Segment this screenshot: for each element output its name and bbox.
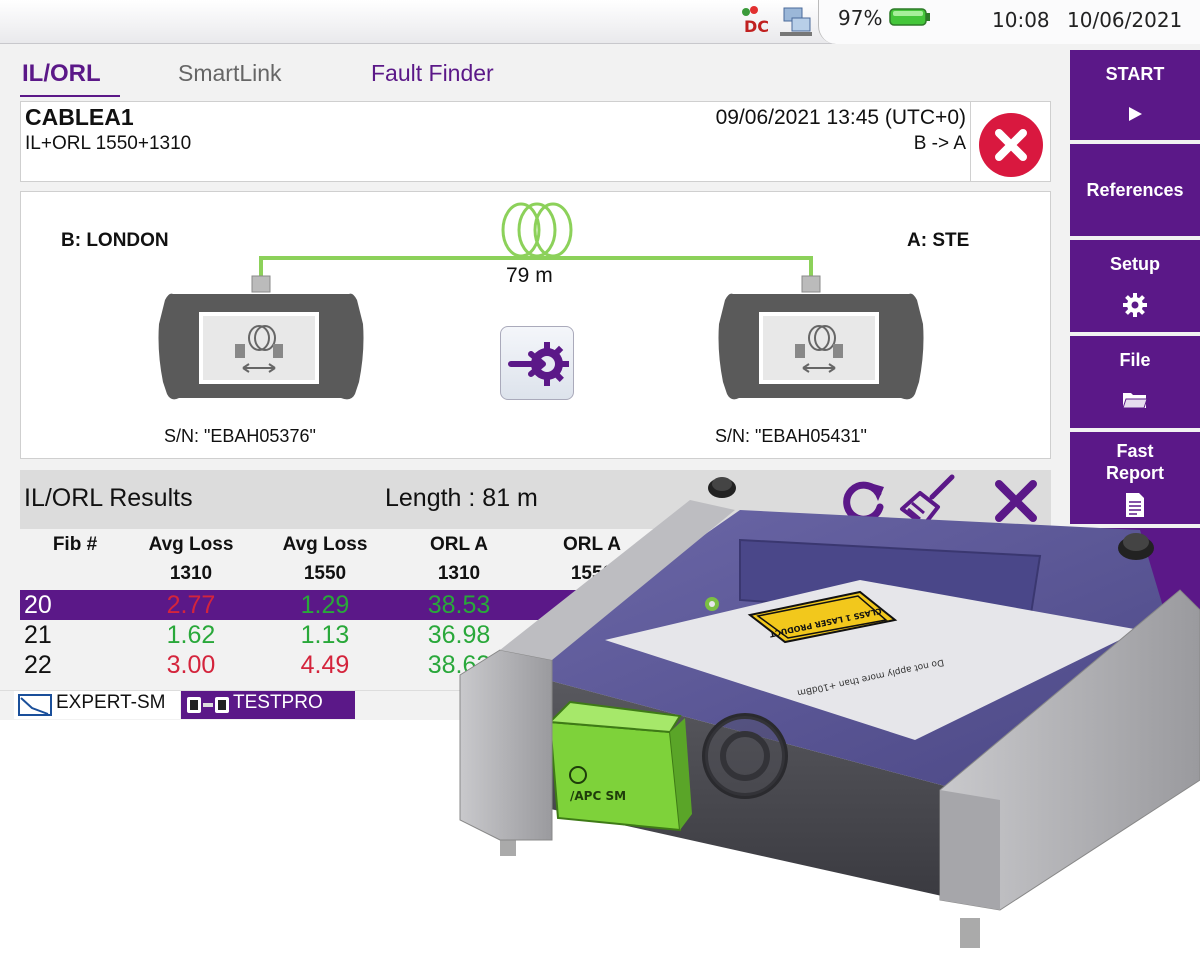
link-config-button[interactable] — [500, 326, 574, 400]
test-direction: B -> A — [913, 133, 966, 154]
link-diagram-panel: B: LONDON A: STE 79 m S/N: "EBAH05376" S… — [20, 191, 1051, 459]
connector-label: /APC SM — [570, 789, 626, 803]
device-b-icon — [158, 293, 364, 400]
test-info-panel: CABLEA1 IL+ORL 1550+1310 09/06/2021 13:4… — [20, 101, 1051, 182]
serial-a: S/N: "EBAH05431" — [715, 426, 867, 446]
cell-loss1550: 1.13 — [300, 621, 350, 649]
network-status-icon: DC — [742, 6, 812, 36]
cell-fib: 21 — [24, 621, 52, 649]
testpro-icon — [187, 697, 229, 713]
svg-text:DC: DC — [744, 17, 769, 36]
setup-label: Setup — [1109, 254, 1160, 274]
fail-x-icon[interactable] — [977, 111, 1045, 179]
cell-fib: 20 — [24, 591, 52, 619]
battery-percent: 97% — [838, 6, 883, 30]
tab-il-orl[interactable]: IL/ORL — [22, 60, 101, 88]
gear-icon — [1123, 293, 1147, 317]
clock-date: 10/06/2021 — [1067, 8, 1183, 32]
start-button[interactable]: START — [1070, 50, 1200, 140]
serial-b: S/N: "EBAH05376" — [164, 426, 316, 446]
tab-fault-finder[interactable]: Fault Finder — [371, 60, 494, 87]
col-header-loss1550-wl: 1550 — [303, 563, 347, 584]
app-tab-testpro-label: TESTPRO — [233, 692, 323, 713]
device-photo: CLASS 1 LASER PRODUCT Do not apply more … — [459, 477, 1200, 948]
end-b-label: B: LONDON — [61, 230, 169, 251]
connector-a — [801, 275, 821, 293]
cell-loss1310: 1.62 — [166, 621, 216, 649]
col-header-loss1310-wl: 1310 — [169, 563, 213, 584]
col-header-fib: Fib # — [52, 534, 98, 555]
optical-connector: /APC SM — [547, 700, 692, 832]
arrow-gear-icon — [508, 342, 569, 386]
active-tab-underline — [20, 95, 120, 97]
app-tab-testpro[interactable]: TESTPRO — [181, 691, 355, 719]
cell-loss1550: 1.29 — [300, 591, 350, 619]
col-header-loss1550: Avg Loss — [282, 534, 368, 555]
fiber-length: 79 m — [506, 264, 553, 287]
clock-time: 10:08 — [992, 8, 1050, 32]
tab-smartlink[interactable]: SmartLink — [178, 60, 282, 87]
references-label: References — [1086, 180, 1184, 200]
app-tab-expert-sm[interactable]: EXPERT-SM — [14, 691, 180, 719]
fiber-coil-icon — [501, 202, 573, 258]
folder-icon — [1122, 393, 1148, 409]
device-a-icon — [718, 293, 924, 400]
col-header-loss1310: Avg Loss — [148, 534, 234, 555]
status-bar: DC 97% 10:08 10/06/2021 — [0, 0, 1200, 44]
connector-b — [251, 275, 271, 293]
start-label: START — [1105, 64, 1165, 84]
cell-loss1310: 2.77 — [166, 591, 216, 619]
setup-button[interactable]: Setup — [1070, 240, 1200, 332]
end-a-label: A: STE — [907, 230, 970, 251]
file-button[interactable]: File — [1070, 336, 1200, 428]
app-tab-expert-sm-label: EXPERT-SM — [56, 692, 166, 713]
cell-loss1310: 3.00 — [166, 651, 216, 679]
cable-name: CABLEA1 — [25, 104, 134, 130]
test-type: IL+ORL 1550+1310 — [25, 133, 192, 154]
results-title: IL/ORL Results — [24, 484, 193, 512]
references-button[interactable]: References — [1070, 144, 1200, 236]
play-icon — [1129, 107, 1142, 121]
cell-loss1550: 4.49 — [300, 651, 350, 679]
file-label: File — [1119, 350, 1151, 370]
test-datetime: 09/06/2021 13:45 (UTC+0) — [715, 106, 966, 129]
divider — [970, 102, 971, 181]
battery-icon — [889, 8, 930, 26]
otdr-trace-icon — [18, 694, 52, 716]
left-bumper — [459, 649, 553, 841]
cell-fib: 22 — [24, 651, 52, 679]
